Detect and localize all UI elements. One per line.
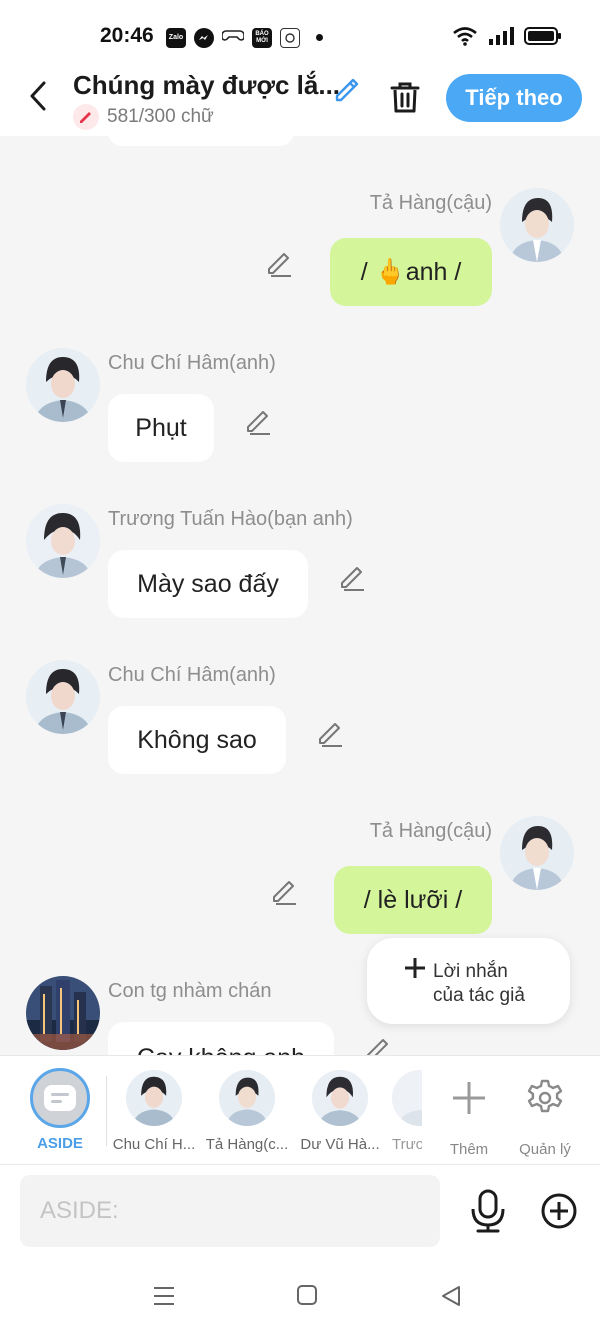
notification-dot (316, 34, 323, 41)
message-bubble[interactable]: / lè lưỡi / (334, 866, 492, 934)
message-bubble[interactable]: / 🖕anh / (330, 238, 492, 306)
edit-message-icon[interactable] (270, 876, 300, 906)
edit-title-button[interactable] (331, 72, 363, 109)
square-icon (297, 1285, 317, 1305)
story-title[interactable]: Chúng mày được lắ... (73, 70, 340, 101)
character-name: Dư Vũ Hà... (300, 1136, 380, 1153)
pencil-icon (335, 78, 359, 102)
pen-badge-icon (73, 104, 99, 130)
avatar[interactable] (26, 660, 100, 734)
previous-message-bubble (108, 136, 294, 146)
bao-moi-icon: BÁO MỚI (252, 27, 272, 48)
game-controller-icon (221, 26, 245, 49)
character-name: Tả Hàng(c... (205, 1136, 289, 1153)
menu-icon (154, 1287, 174, 1305)
chevron-left-icon (30, 81, 46, 111)
avatar (219, 1070, 275, 1126)
signal-icon (489, 27, 514, 45)
avatar[interactable] (26, 976, 100, 1050)
voice-input-button[interactable] (468, 1189, 508, 1238)
avatar[interactable] (26, 504, 100, 578)
edit-message-icon[interactable] (364, 1034, 394, 1055)
character-name: Chu Chí H... (112, 1136, 196, 1153)
word-count-text: 581/300 chữ (107, 106, 214, 127)
message-bubble[interactable]: Mày sao đấy (108, 550, 308, 618)
plus-circle-icon (541, 1193, 577, 1229)
edit-message-icon[interactable] (244, 406, 274, 436)
add-character-button[interactable]: Thêm (434, 1070, 504, 1158)
message-bubble[interactable]: Phụt (108, 394, 214, 462)
manage-label: Quản lý (519, 1141, 571, 1158)
divider (106, 1076, 107, 1146)
word-count: 581/300 chữ (73, 104, 214, 130)
triangle-back-icon (442, 1286, 460, 1306)
trash-icon (390, 82, 420, 113)
message-sender-name: Chu Chí Hâm(anh) (108, 664, 276, 686)
message-bubble[interactable]: Cay không anh (108, 1022, 334, 1055)
character-bar: ASIDE Chu Chí H... Tả Hàng(c... Dư Vũ Hà… (0, 1055, 600, 1165)
back-nav-button[interactable] (440, 1284, 462, 1313)
status-app-icons: Zalo BÁO MỚI (166, 26, 323, 49)
avatar[interactable] (500, 816, 574, 890)
avatar (392, 1070, 422, 1126)
author-note-label: Lời nhắn của tác giả (433, 961, 525, 1006)
header: Chúng mày được lắ... 581/300 chữ Tiếp th… (0, 70, 600, 136)
wifi-icon (453, 27, 477, 46)
message-sender-name: Con tg nhàm chán (108, 980, 272, 1002)
battery-icon (524, 27, 561, 45)
message-sender-name: Tả Hàng(cậu) (369, 820, 492, 842)
message-input[interactable] (20, 1175, 440, 1247)
message-sender-name: Trương Tuấn Hào(bạn anh) (108, 508, 353, 530)
home-button[interactable] (296, 1284, 318, 1311)
back-button[interactable] (20, 78, 56, 114)
delete-button[interactable] (386, 78, 424, 121)
messenger-icon (194, 27, 214, 48)
aside-label: ASIDE (37, 1135, 83, 1152)
edit-message-icon[interactable] (265, 248, 295, 278)
avatar (126, 1070, 182, 1126)
video-icon (280, 27, 300, 48)
edit-message-icon[interactable] (316, 718, 346, 748)
next-button[interactable]: Tiếp theo (446, 74, 582, 122)
message-sender-name: Chu Chí Hâm(anh) (108, 352, 276, 374)
gear-icon (527, 1079, 563, 1113)
character-item[interactable]: Tả Hàng(c... (201, 1070, 293, 1153)
avatar (312, 1070, 368, 1126)
microphone-icon (471, 1189, 505, 1233)
author-note-button[interactable]: Lời nhắn của tác giả (367, 938, 570, 1024)
message-sender-name: Tả Hàng(cậu) (369, 192, 492, 214)
message-bubble[interactable]: Không sao (108, 706, 286, 774)
status-right (452, 26, 562, 46)
add-attachment-button[interactable] (540, 1192, 578, 1235)
manage-button[interactable]: Quản lý (510, 1070, 580, 1158)
status-time: 20:46 (100, 24, 154, 47)
avatar[interactable] (26, 348, 100, 422)
plus-icon (453, 1082, 485, 1114)
edit-message-icon[interactable] (338, 562, 368, 592)
add-label: Thêm (449, 1141, 489, 1158)
character-item[interactable]: Dư Vũ Hà... (294, 1070, 386, 1153)
system-nav-bar (0, 1260, 600, 1333)
character-item[interactable]: Trươ (392, 1070, 422, 1153)
zalo-icon: Zalo (166, 27, 186, 48)
chat-area[interactable]: Tả Hàng(cậu) / 🖕anh / Chu Chí Hâm(anh) P… (0, 136, 600, 1055)
character-item[interactable]: Chu Chí H... (108, 1070, 200, 1153)
input-bar (0, 1165, 600, 1260)
plus-icon (403, 956, 427, 986)
status-bar: 20:46 Zalo BÁO MỚI (0, 0, 600, 70)
character-name: Trươ (392, 1136, 422, 1153)
aside-icon (44, 1085, 76, 1111)
aside-character-button[interactable] (30, 1068, 90, 1128)
avatar[interactable] (500, 188, 574, 262)
recent-apps-button[interactable] (152, 1284, 176, 1313)
